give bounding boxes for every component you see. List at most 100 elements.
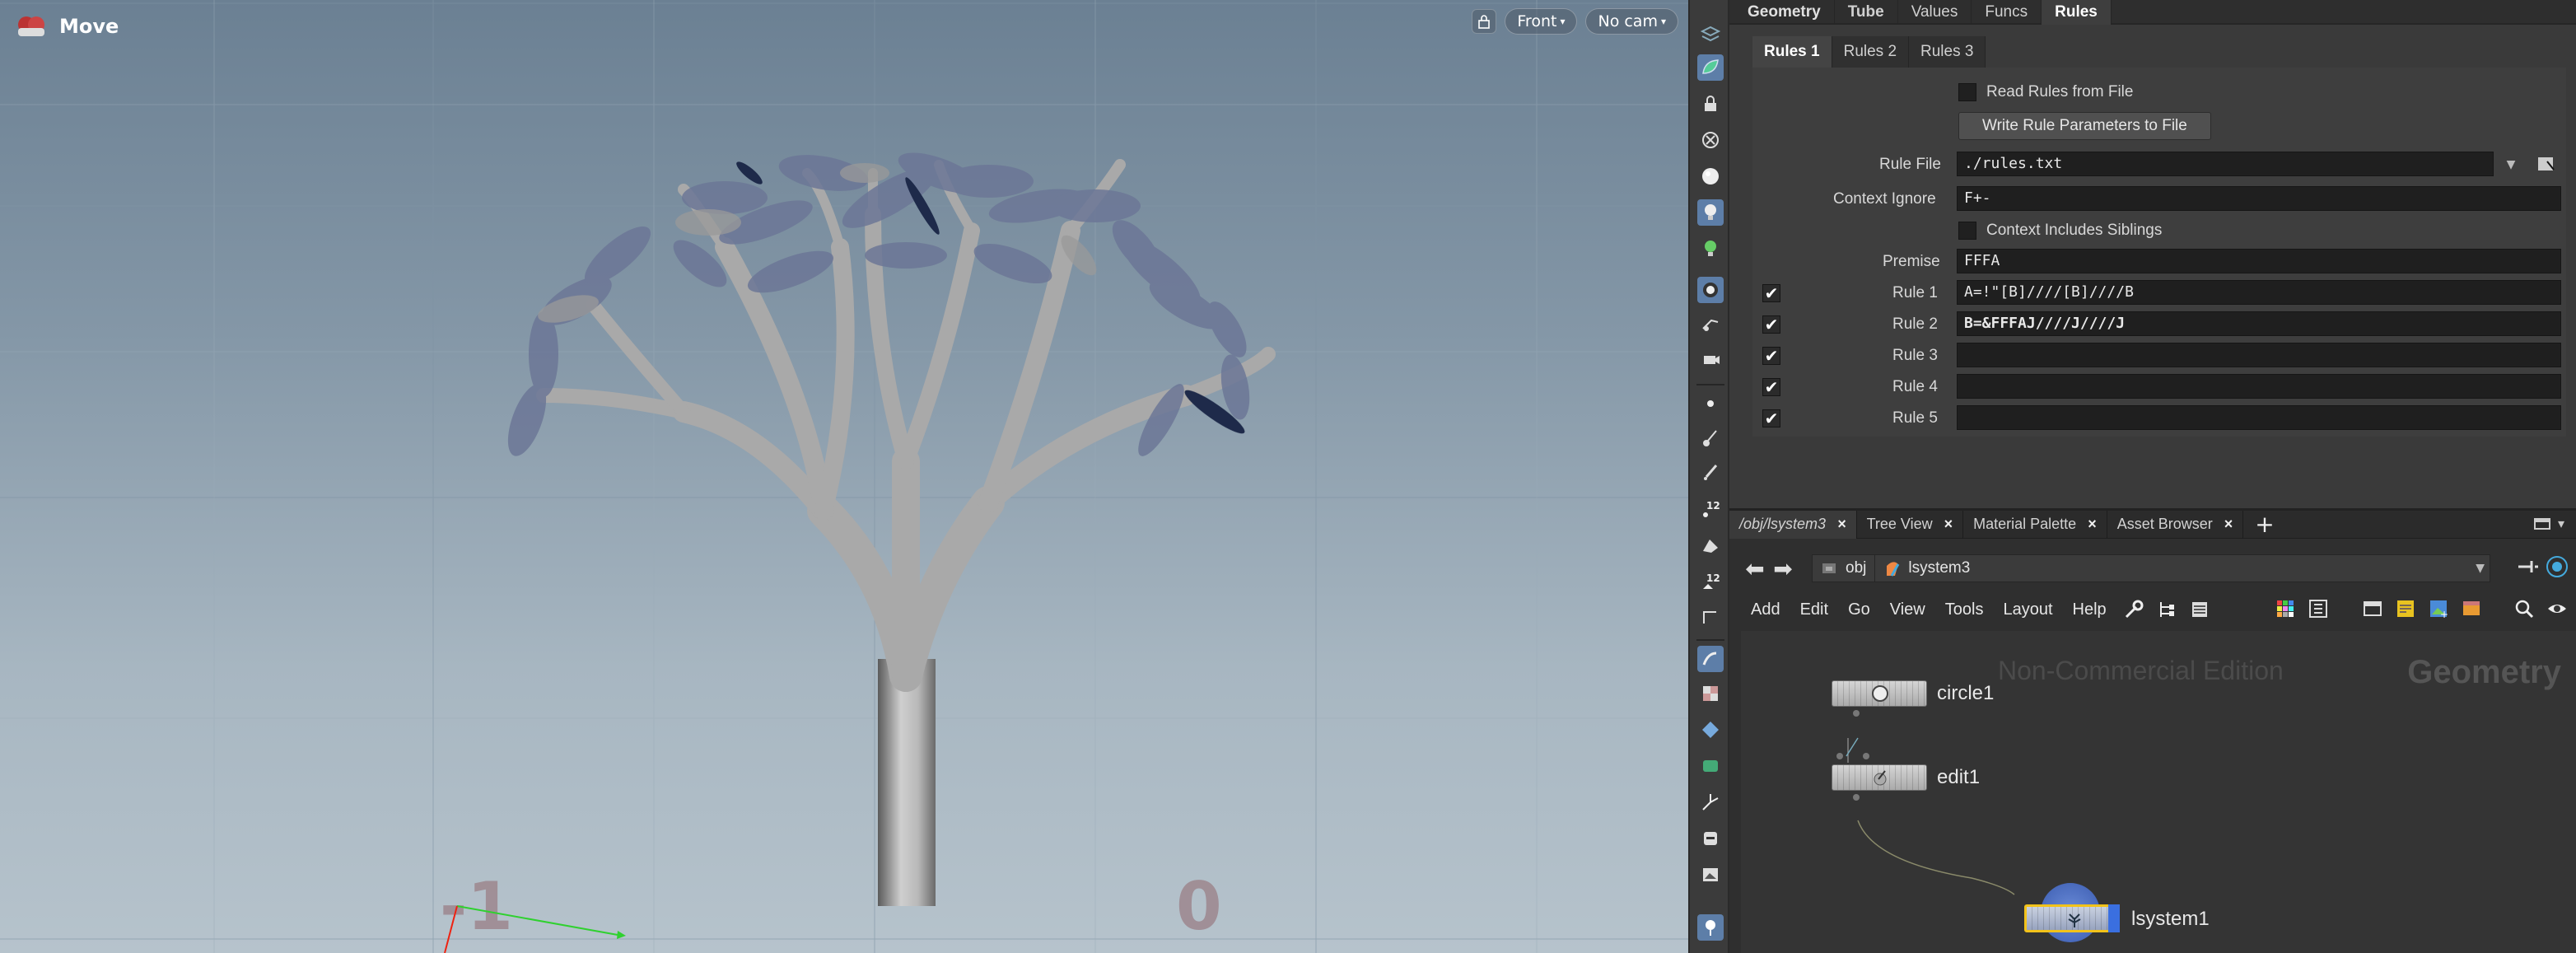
shape-palette-button[interactable] xyxy=(2306,596,2331,621)
point-numbers-button[interactable]: 12 xyxy=(1697,496,1724,522)
snap-button[interactable] xyxy=(1697,127,1724,153)
node-input-dot[interactable] xyxy=(1863,753,1869,759)
link-pane-button[interactable] xyxy=(2545,554,2569,582)
wireframe-button[interactable] xyxy=(1697,163,1724,189)
network-box-button[interactable] xyxy=(2360,596,2385,621)
close-icon[interactable]: × xyxy=(2224,516,2233,533)
rule-2-field[interactable]: B=&FFFAJ////J////J xyxy=(1957,311,2561,336)
background-image-button[interactable]: + xyxy=(2426,596,2451,621)
forward-arrow-icon[interactable]: ➡ xyxy=(1769,554,1797,582)
context-siblings-checkbox[interactable] xyxy=(1958,222,1976,240)
node-lsystem1[interactable] xyxy=(2024,904,2120,932)
asset-button[interactable] xyxy=(2459,596,2484,621)
rule-1-field[interactable]: A=!"[B]////[B]////B xyxy=(1957,280,2561,305)
lightbulb-icon xyxy=(1705,204,1716,220)
brush-button[interactable] xyxy=(1697,425,1724,451)
menu-layout[interactable]: Layout xyxy=(1993,600,2062,619)
normals-button[interactable] xyxy=(1697,605,1724,631)
rule-5-enable-checkbox[interactable]: ✔ xyxy=(1762,409,1780,428)
chevron-down-icon[interactable]: ▼ xyxy=(2476,562,2485,575)
menu-view[interactable]: View xyxy=(1880,600,1935,619)
close-icon[interactable]: × xyxy=(2088,516,2097,533)
node-edit1[interactable] xyxy=(1832,764,1927,791)
tab-geometry[interactable]: Geometry xyxy=(1729,0,1835,25)
tab-rules-2[interactable]: Rules 2 xyxy=(1832,36,1910,68)
camera-button[interactable] xyxy=(1697,311,1724,338)
lsystem-icon xyxy=(1887,562,1900,577)
handle-button[interactable] xyxy=(1697,789,1724,815)
add-tab-button[interactable]: + xyxy=(2243,511,2285,538)
display-flag[interactable] xyxy=(2108,904,2120,932)
tab-funcs[interactable]: Funcs xyxy=(1972,0,2042,25)
wrench-button[interactable] xyxy=(2121,597,2146,622)
scene-viewport[interactable]: Move Front ▾ No cam ▾ -1 0 xyxy=(0,0,1688,953)
display-flags-button[interactable] xyxy=(2545,596,2569,621)
menu-tools[interactable]: Tools xyxy=(1935,600,1994,619)
camera-select-button[interactable] xyxy=(1697,346,1724,372)
tab-values[interactable]: Values xyxy=(1898,0,1972,25)
bulb-button[interactable] xyxy=(1697,236,1724,262)
context-ignore-field[interactable]: F+- xyxy=(1957,186,2561,211)
node-output-dot[interactable] xyxy=(1853,710,1860,717)
template-button[interactable] xyxy=(1697,646,1724,672)
rule-3-field[interactable] xyxy=(1957,343,2561,367)
rule-5-field[interactable] xyxy=(1957,405,2561,430)
color-palette-button[interactable] xyxy=(2273,596,2298,621)
menu-help[interactable]: Help xyxy=(2063,600,2116,619)
point-display-button[interactable] xyxy=(1697,390,1724,417)
close-icon[interactable]: × xyxy=(1837,516,1846,533)
menu-edit[interactable]: Edit xyxy=(1790,600,1838,619)
write-rules-button[interactable]: Write Rule Parameters to File xyxy=(1958,112,2211,140)
rule-1-enable-checkbox[interactable]: ✔ xyxy=(1762,283,1780,303)
node-circle1[interactable] xyxy=(1832,680,1927,707)
pen-button[interactable] xyxy=(1697,460,1724,486)
paint-button[interactable] xyxy=(1697,753,1724,779)
premise-field[interactable]: FFFA xyxy=(1957,249,2561,273)
tab-tube[interactable]: Tube xyxy=(1835,0,1898,25)
tab-material-palette[interactable]: Material Palette × xyxy=(1963,510,2107,539)
display-options-button[interactable] xyxy=(1697,825,1724,852)
lighting-button[interactable] xyxy=(1697,199,1724,226)
menu-add[interactable]: Add xyxy=(1741,600,1790,619)
tree-layout-button[interactable] xyxy=(2154,597,2179,622)
menu-go[interactable]: Go xyxy=(1838,600,1880,619)
close-icon[interactable]: × xyxy=(1944,516,1953,533)
read-rules-checkbox[interactable] xyxy=(1958,83,1976,101)
tab-rules-1[interactable]: Rules 1 xyxy=(1752,36,1832,68)
uv-button[interactable] xyxy=(1697,717,1724,743)
geometry-select-button[interactable] xyxy=(1697,54,1724,81)
crumb-lsystem3[interactable]: lsystem3 xyxy=(1875,554,1978,582)
rule-3-enable-checkbox[interactable]: ✔ xyxy=(1762,346,1780,366)
tab-asset-browser[interactable]: Asset Browser × xyxy=(2107,510,2244,539)
background-button[interactable] xyxy=(1697,862,1724,888)
rule-4-field[interactable] xyxy=(1957,374,2561,399)
rule-4-enable-checkbox[interactable]: ✔ xyxy=(1762,377,1780,397)
pin-button[interactable] xyxy=(1697,914,1724,941)
crumb-obj[interactable]: obj xyxy=(1813,554,1876,582)
shading-button[interactable] xyxy=(1697,277,1724,303)
link-circle-icon xyxy=(2546,556,2568,577)
tab-rules-3[interactable]: Rules 3 xyxy=(1909,36,1986,68)
network-canvas[interactable]: Non-Commercial Edition Geometry circle1 xyxy=(1741,631,2576,953)
lock-button[interactable] xyxy=(1697,91,1724,117)
find-button[interactable] xyxy=(2512,596,2536,621)
tab-tree-view[interactable]: Tree View × xyxy=(1857,510,1964,539)
sticky-note-button[interactable] xyxy=(2393,596,2418,621)
chevron-down-icon[interactable]: ▾ xyxy=(2558,516,2564,531)
vertex-button[interactable] xyxy=(1697,532,1724,558)
node-output-dot[interactable] xyxy=(1853,794,1860,801)
prim-numbers-button[interactable]: 12 xyxy=(1697,568,1724,595)
chevron-down-icon[interactable]: ▼ xyxy=(2499,153,2523,176)
pane-layout-icon[interactable] xyxy=(2533,516,2551,531)
select-tool-button[interactable] xyxy=(1697,21,1724,48)
tab-obj-lsystem3[interactable]: /obj/lsystem3 × xyxy=(1729,510,1857,539)
back-arrow-icon[interactable]: ⬅ xyxy=(1741,554,1769,582)
pin-pane-button[interactable] xyxy=(2515,554,2540,582)
rule-file-field[interactable]: ./rules.txt xyxy=(1957,152,2494,176)
tab-rules[interactable]: Rules xyxy=(2042,0,2112,25)
rule-2-enable-checkbox[interactable]: ✔ xyxy=(1762,315,1780,334)
list-view-button[interactable] xyxy=(2187,597,2212,622)
node-input-dot[interactable] xyxy=(1836,753,1843,759)
file-chooser-button[interactable] xyxy=(2533,152,2560,176)
checker-button[interactable] xyxy=(1697,680,1724,707)
